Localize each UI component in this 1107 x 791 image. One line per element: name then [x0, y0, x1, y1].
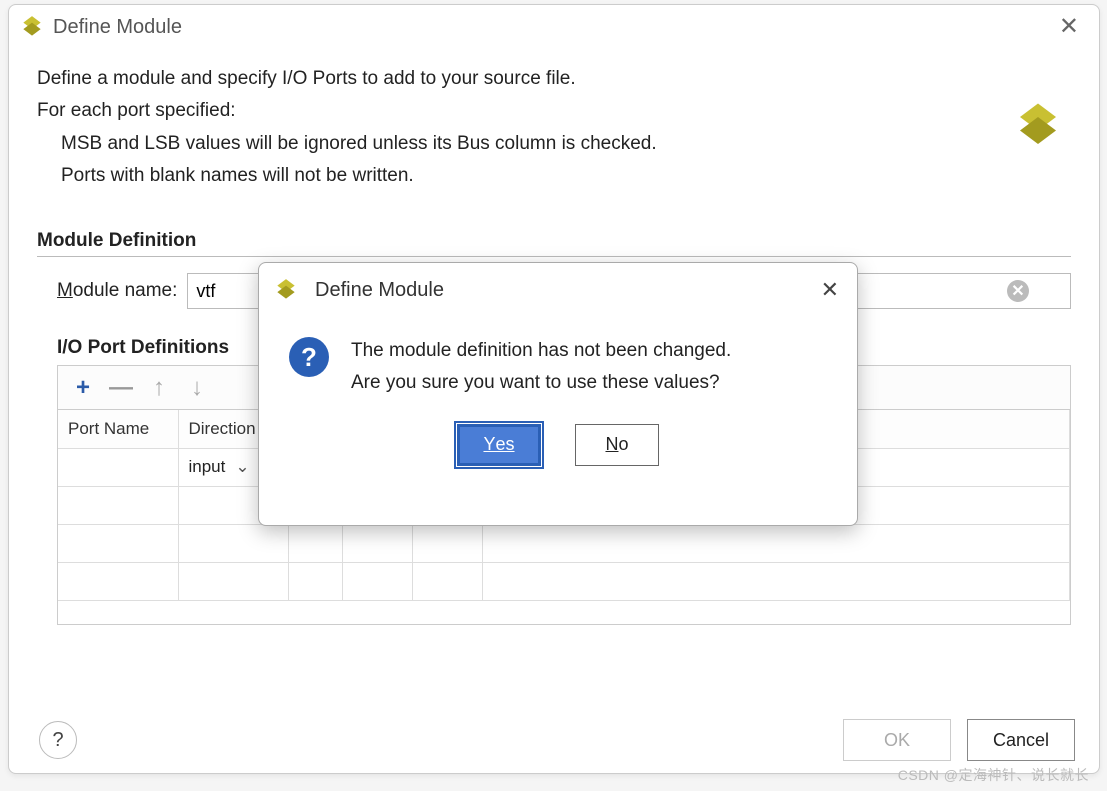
remove-port-button[interactable]: — [104, 371, 138, 405]
modal-line: The module definition has not been chang… [351, 335, 731, 367]
add-port-button[interactable]: + [66, 371, 100, 405]
modal-footer: Yes No [259, 410, 857, 466]
close-icon[interactable]: ✕ [1053, 11, 1085, 43]
titlebar: Define Module ✕ [9, 5, 1099, 49]
instructions-block: Define a module and specify I/O Ports to… [9, 49, 1099, 200]
watermark: CSDN @定海神针、说长就长 [898, 765, 1089, 785]
instruction-line: Define a module and specify I/O Ports to… [37, 63, 1071, 95]
move-up-button[interactable]: ↑ [142, 371, 176, 405]
app-logo-icon [273, 277, 299, 303]
table-row[interactable] [58, 562, 1070, 600]
dialog-title: Define Module [53, 16, 1053, 39]
modal-title: Define Module [315, 279, 817, 302]
table-row[interactable] [58, 524, 1070, 562]
module-name-label: Module name: [57, 280, 177, 302]
direction-value: input [189, 457, 226, 477]
yes-button[interactable]: Yes [457, 424, 541, 466]
instruction-line: Ports with blank names will not be writt… [61, 160, 1071, 192]
modal-message: The module definition has not been chang… [351, 335, 731, 400]
instruction-line: MSB and LSB values will be ignored unles… [61, 128, 1071, 160]
modal-titlebar: Define Module ✕ [259, 263, 857, 317]
modal-close-icon[interactable]: ✕ [817, 273, 843, 307]
module-definition-header: Module Definition [37, 230, 1071, 257]
modal-line: Are you sure you want to use these value… [351, 367, 731, 399]
help-button[interactable]: ? [39, 721, 77, 759]
app-logo-icon [19, 14, 45, 40]
instruction-line: For each port specified: [37, 95, 1071, 127]
cancel-button[interactable]: Cancel [967, 719, 1075, 761]
ok-button[interactable]: OK [843, 719, 951, 761]
vivado-logo-icon [1011, 99, 1065, 153]
modal-body: ? The module definition has not been cha… [259, 317, 857, 410]
confirm-modal: Define Module ✕ ? The module definition … [258, 262, 858, 526]
no-button[interactable]: No [575, 424, 659, 466]
chevron-down-icon[interactable]: ⌄ [235, 457, 249, 477]
question-icon: ? [289, 337, 329, 377]
col-port-name: Port Name [58, 410, 178, 448]
move-down-button[interactable]: ↓ [180, 371, 214, 405]
cell-port-name[interactable] [58, 448, 178, 486]
dialog-footer: ? OK Cancel [9, 719, 1099, 761]
